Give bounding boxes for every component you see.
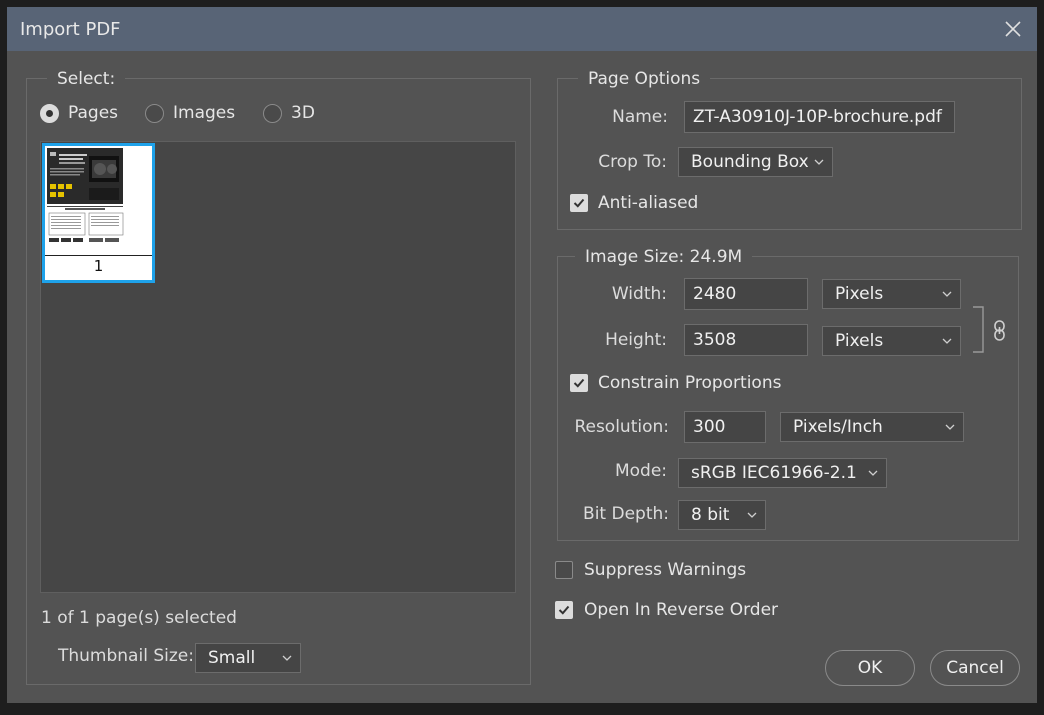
chevron-down-icon <box>814 159 824 165</box>
resolution-unit-select[interactable]: Pixels/Inch <box>780 412 964 442</box>
thumbnail-area[interactable]: 1 <box>40 141 516 593</box>
reverse-order-checkbox[interactable] <box>555 601 573 619</box>
chevron-down-icon <box>868 470 878 476</box>
window-title: Import PDF <box>20 19 121 40</box>
thumbnail-size-label: Thumbnail Size: <box>58 646 194 666</box>
pages-radio[interactable] <box>40 104 59 123</box>
chevron-down-icon <box>942 291 952 297</box>
chevron-down-icon <box>282 655 292 661</box>
images-radio-label[interactable]: Images <box>173 102 235 124</box>
resolution-unit-value: Pixels/Inch <box>793 417 883 437</box>
bit-depth-label: Bit Depth: <box>583 504 669 524</box>
thumbnail-size-select[interactable]: Small <box>195 643 301 673</box>
images-radio[interactable] <box>145 104 164 123</box>
suppress-warnings-checkbox[interactable] <box>555 561 573 579</box>
anti-aliased-label[interactable]: Anti-aliased <box>598 192 698 214</box>
constrain-proportions-checkbox[interactable] <box>570 374 588 392</box>
name-field[interactable]: ZT-A30910J-10P-brochure.pdf <box>684 101 955 133</box>
height-field[interactable]: 3508 <box>684 324 808 356</box>
width-unit-select[interactable]: Pixels <box>822 279 961 309</box>
page-preview-image <box>45 146 152 253</box>
crop-to-value: Bounding Box <box>691 152 809 172</box>
mode-value: sRGB IEC61966-2.1 <box>691 463 857 483</box>
chevron-down-icon <box>942 338 952 344</box>
chevron-down-icon <box>945 424 955 430</box>
ok-button[interactable]: OK <box>825 650 915 686</box>
thumbnail-size-value: Small <box>208 648 256 668</box>
chain-link-icon[interactable] <box>993 320 1007 342</box>
image-size-legend: Image Size: 24.9M <box>575 247 753 267</box>
constrain-proportions-label[interactable]: Constrain Proportions <box>598 372 781 394</box>
width-unit-value: Pixels <box>835 284 884 304</box>
resolution-label: Resolution: <box>574 417 669 437</box>
3d-radio[interactable] <box>263 104 282 123</box>
height-unit-value: Pixels <box>835 331 884 351</box>
mode-label: Mode: <box>614 461 667 481</box>
proportion-link-bracket <box>973 306 984 353</box>
import-pdf-dialog: Import PDF Select: Pages Images 3D 1 1 o… <box>7 7 1037 703</box>
checkmark-icon <box>573 198 585 208</box>
bit-depth-value: 8 bit <box>691 505 730 525</box>
bit-depth-select[interactable]: 8 bit <box>678 500 766 530</box>
pages-radio-label[interactable]: Pages <box>68 102 118 124</box>
mode-select[interactable]: sRGB IEC61966-2.1 <box>678 458 887 488</box>
crop-to-select[interactable]: Bounding Box <box>678 147 833 177</box>
width-field[interactable]: 2480 <box>684 278 808 310</box>
cancel-button[interactable]: Cancel <box>930 650 1020 686</box>
checkmark-icon <box>558 605 570 615</box>
anti-aliased-checkbox[interactable] <box>570 194 588 212</box>
width-label: Width: <box>611 284 667 304</box>
selection-status: 1 of 1 page(s) selected <box>41 608 237 628</box>
close-icon[interactable] <box>1003 19 1023 39</box>
height-unit-select[interactable]: Pixels <box>822 326 961 356</box>
suppress-warnings-label[interactable]: Suppress Warnings <box>584 559 746 581</box>
3d-radio-label[interactable]: 3D <box>291 102 315 124</box>
height-label: Height: <box>605 330 667 350</box>
chevron-down-icon <box>747 512 757 518</box>
name-label: Name: <box>612 107 668 127</box>
reverse-order-label[interactable]: Open In Reverse Order <box>584 599 778 621</box>
thumbnail-page-number: 1 <box>45 255 152 276</box>
checkmark-icon <box>573 378 585 388</box>
select-legend: Select: <box>47 69 126 89</box>
title-bar[interactable]: Import PDF <box>7 7 1037 51</box>
page-options-legend: Page Options <box>578 69 711 89</box>
page-thumbnail[interactable]: 1 <box>42 143 155 283</box>
resolution-field[interactable]: 300 <box>684 411 766 443</box>
crop-to-label: Crop To: <box>598 152 667 172</box>
